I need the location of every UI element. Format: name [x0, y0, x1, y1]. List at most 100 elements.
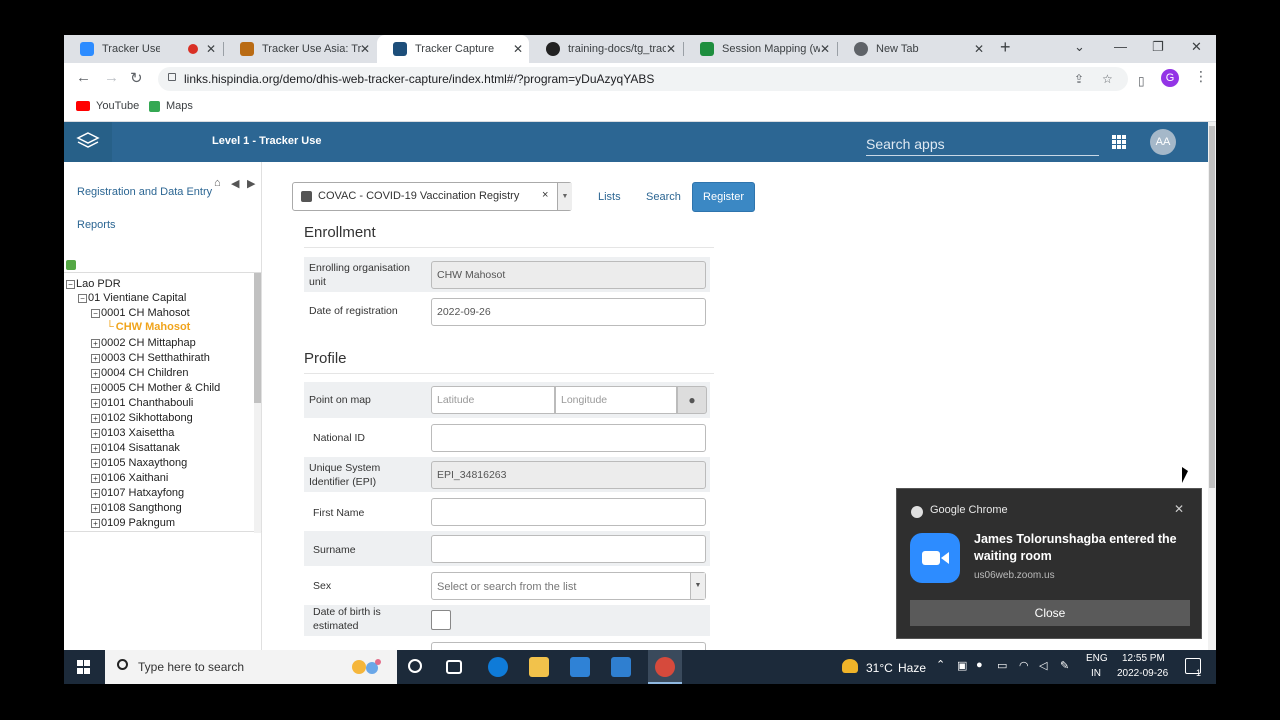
tree-node-label[interactable]: 0107 Hatxayfong: [101, 487, 184, 499]
notification-close-button[interactable]: Close: [910, 600, 1190, 626]
tree-node-label[interactable]: 0105 Naxaythong: [101, 457, 187, 469]
tree-node-label[interactable]: 0106 Xaithani: [101, 472, 168, 484]
tree-node[interactable]: +0103 Xaisettha: [91, 427, 174, 439]
surname-input[interactable]: [431, 535, 706, 563]
apps-grid-icon[interactable]: [1112, 135, 1126, 149]
bookmark-star-icon[interactable]: ☆: [1102, 72, 1113, 86]
minimize-icon[interactable]: —: [1114, 39, 1127, 54]
side-panel-icon[interactable]: ▯: [1138, 74, 1145, 88]
clear-icon[interactable]: ×: [542, 189, 548, 201]
file-explorer-icon[interactable]: [529, 657, 549, 677]
scrollbar-thumb[interactable]: [1209, 126, 1215, 488]
close-icon[interactable]: ✕: [666, 42, 676, 56]
tree-node[interactable]: +0105 Naxaythong: [91, 457, 187, 469]
tree-node-label[interactable]: 01 Vientiane Capital: [88, 292, 186, 304]
tree-node[interactable]: +0108 Sangthong: [91, 502, 182, 514]
registration-data-entry-link[interactable]: Registration and Data Entry: [77, 186, 212, 198]
collapse-icon[interactable]: −: [91, 308, 100, 318]
bookmark-maps[interactable]: Maps: [149, 100, 193, 112]
tab-session-mapping[interactable]: Session Mapping (wh ✕: [684, 35, 836, 63]
expand-icon[interactable]: +: [91, 428, 100, 438]
close-icon[interactable]: ✕: [206, 42, 216, 56]
tree-node[interactable]: − Lao PDR: [66, 278, 121, 290]
program-select[interactable]: COVAC - COVID-19 Vaccination Registry × …: [292, 182, 572, 211]
language-primary[interactable]: ENG: [1086, 653, 1108, 664]
tree-node-label[interactable]: Lao PDR: [76, 278, 121, 290]
tree-node[interactable]: +0002 CH Mittaphap: [91, 337, 196, 349]
tab-new-tab[interactable]: New Tab ✕: [838, 35, 990, 63]
expand-icon[interactable]: +: [91, 338, 100, 348]
tab-tracker-capture[interactable]: Tracker Capture ✕: [377, 35, 529, 63]
tree-back-icon[interactable]: ◀: [231, 177, 239, 190]
weather-text[interactable]: Haze: [898, 661, 926, 675]
tab-tracker-use-asia-track[interactable]: Tracker Use Asia: Track ✕: [224, 35, 376, 63]
forward-icon[interactable]: →: [104, 69, 119, 86]
bookmark-youtube[interactable]: YouTube: [76, 100, 139, 112]
expand-icon[interactable]: +: [91, 368, 100, 378]
edge-icon[interactable]: [488, 657, 508, 677]
mail-icon[interactable]: [611, 657, 631, 677]
tree-node-label[interactable]: 0102 Sikhottabong: [101, 412, 193, 424]
chevron-down-icon[interactable]: ▼: [690, 573, 705, 599]
meet-icon[interactable]: ▣: [957, 659, 967, 672]
tree-node-label[interactable]: CHW Mahosot: [116, 321, 191, 333]
lists-link[interactable]: Lists: [598, 191, 621, 203]
tab-tracker-use-asia-zoom[interactable]: Tracker Use Asia ✕: [64, 35, 222, 63]
close-icon[interactable]: ✕: [820, 42, 830, 56]
expand-icon[interactable]: +: [91, 443, 100, 453]
new-tab-button[interactable]: +: [1000, 37, 1011, 58]
home-icon[interactable]: ⌂: [214, 177, 221, 189]
tree-node-label[interactable]: 0108 Sangthong: [101, 502, 182, 514]
sex-select[interactable]: Select or search from the list ▼: [431, 572, 706, 600]
expand-icon[interactable]: +: [91, 503, 100, 513]
windows-start-icon[interactable]: [77, 660, 91, 674]
back-icon[interactable]: ←: [76, 69, 91, 86]
expand-icon[interactable]: +: [91, 518, 100, 528]
national-id-input[interactable]: [431, 424, 706, 452]
expand-icon[interactable]: +: [91, 413, 100, 423]
tree-node-label[interactable]: 0001 CH Mahosot: [101, 307, 190, 319]
tree-node[interactable]: +0005 CH Mother & Child: [91, 382, 220, 394]
tree-scrollbar[interactable]: [254, 273, 261, 533]
expand-icon[interactable]: +: [91, 473, 100, 483]
tree-node-label[interactable]: 0003 CH Setthathirath: [101, 352, 210, 364]
cortana-icon[interactable]: [408, 659, 422, 673]
tree-node[interactable]: +0109 Pakngum: [91, 517, 175, 529]
map-marker-icon[interactable]: ●: [677, 386, 707, 414]
tree-node[interactable]: +0104 Sisattanak: [91, 442, 180, 454]
microsoft-store-icon[interactable]: [570, 657, 590, 677]
tab-training-docs[interactable]: training-docs/tg_track ✕: [530, 35, 682, 63]
share-icon[interactable]: ⇪: [1074, 72, 1084, 86]
microphone-icon[interactable]: ●: [976, 659, 983, 671]
tree-forward-icon[interactable]: ▶: [247, 177, 255, 190]
latitude-input[interactable]: [431, 386, 555, 414]
url-text[interactable]: links.hispindia.org/demo/dhis-web-tracke…: [184, 72, 654, 86]
tree-node[interactable]: +0106 Xaithani: [91, 472, 168, 484]
tree-node-selected[interactable]: └ CHW Mahosot: [106, 321, 190, 333]
tree-node-label[interactable]: 0103 Xaisettha: [101, 427, 174, 439]
tree-node-label[interactable]: 0109 Pakngum: [101, 517, 175, 529]
taskbar-search-box[interactable]: Type here to search: [105, 650, 397, 684]
expand-icon[interactable]: +: [91, 353, 100, 363]
close-icon[interactable]: ✕: [513, 42, 523, 56]
close-icon[interactable]: ✕: [1174, 502, 1184, 516]
reload-icon[interactable]: ↻: [130, 69, 143, 87]
collapse-icon[interactable]: −: [78, 293, 87, 303]
tree-node-label[interactable]: 0002 CH Mittaphap: [101, 337, 196, 349]
tree-node-label[interactable]: 0005 CH Mother & Child: [101, 382, 220, 394]
expand-icon[interactable]: +: [91, 383, 100, 393]
close-icon[interactable]: ✕: [974, 42, 984, 56]
registration-date-field[interactable]: [431, 298, 706, 326]
volume-icon[interactable]: ◁: [1039, 659, 1047, 672]
expand-icon[interactable]: +: [91, 488, 100, 498]
tree-node[interactable]: +0107 Hatxayfong: [91, 487, 184, 499]
wifi-icon[interactable]: ◠: [1019, 659, 1029, 672]
battery-icon[interactable]: ▭: [997, 659, 1007, 672]
expand-icon[interactable]: +: [91, 458, 100, 468]
chevron-down-icon[interactable]: ▼: [557, 183, 572, 210]
language-secondary[interactable]: IN: [1091, 668, 1101, 679]
tree-node[interactable]: +0101 Chanthabouli: [91, 397, 193, 409]
tree-node[interactable]: +0003 CH Setthathirath: [91, 352, 210, 364]
search-apps-input[interactable]: [866, 132, 1099, 156]
search-link[interactable]: Search: [646, 191, 681, 203]
